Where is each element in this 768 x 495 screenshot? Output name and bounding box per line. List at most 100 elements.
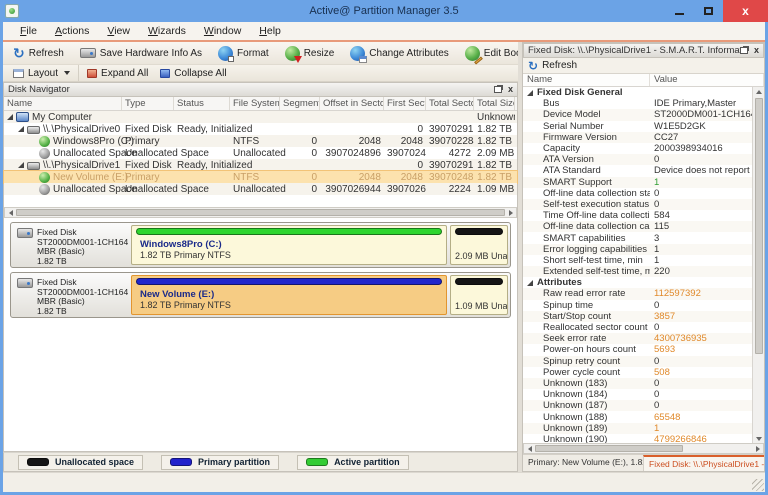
smart-row[interactable]: SMART capabilities 3 [523,232,752,243]
column-first-sector[interactable]: First Sector [384,97,426,110]
resize-button[interactable]: Resize [279,44,341,63]
scroll-down-icon[interactable] [753,434,764,443]
tree-expander-icon[interactable] [18,125,26,133]
menu-file[interactable]: File [11,23,46,39]
legend-active[interactable]: Active partition [297,455,409,470]
column-total-sectors[interactable]: Total Sectors [426,97,474,110]
smart-row[interactable]: Unknown (183) 0 [523,378,752,389]
tab-partition-info[interactable]: Primary: New Volume (E:), 1.82 TB [N... [523,455,643,471]
partition-block-windows8pro[interactable]: Windows8Pro (C:) 1.82 TB Primary NTFS [131,225,447,265]
smart-row[interactable]: Unknown (188) 65548 [523,411,752,422]
smart-row[interactable]: Raw read error rate 112597392 [523,288,752,299]
smart-row[interactable]: Attributes [523,277,752,288]
float-panel-icon[interactable] [494,86,502,93]
tree-expander-icon[interactable] [30,137,38,145]
column-segment[interactable]: Segment [280,97,320,110]
tree-expander-icon[interactable] [30,149,38,157]
smart-row[interactable]: Power cycle count 508 [523,367,752,378]
scrollbar-thumb[interactable] [755,98,763,354]
table-row[interactable]: Windows8Pro (C:) Primary NTFS 0 2048 204… [4,135,517,147]
resize-grip[interactable] [752,479,764,491]
legend-primary[interactable]: Primary partition [161,455,279,470]
smart-row[interactable]: Short self-test time, min 1 [523,255,752,266]
smart-hscrollbar[interactable] [523,443,764,454]
smart-row[interactable]: Error logging capabilities 1 [523,244,752,255]
smart-row[interactable]: Serial Number W1E5D2GK [523,121,752,132]
change-attributes-button[interactable]: Change Attributes [344,44,455,63]
smart-row[interactable]: SMART Support 1 [523,177,752,188]
partition-block-new-volume[interactable]: New Volume (E:) 1.82 TB Primary NTFS [131,275,447,315]
smart-row[interactable]: Seek error rate 4300736935 [523,333,752,344]
table-row[interactable]: My Computer Unknown [4,111,517,123]
scroll-right-icon[interactable] [505,208,516,217]
smart-row[interactable]: Reallocated sector count 0 [523,322,752,333]
column-type[interactable]: Type [122,97,174,110]
smart-row[interactable]: Power-on hours count 5693 [523,344,752,355]
smart-vscrollbar[interactable] [752,87,764,443]
close-panel-icon[interactable]: x [754,46,759,55]
scrollbar-thumb[interactable] [16,209,505,216]
smart-row[interactable]: Spinup retry count 0 [523,356,752,367]
scroll-left-icon[interactable] [5,208,16,217]
smart-row[interactable]: Fixed Disk General [523,87,752,98]
scrollbar-thumb[interactable] [535,445,683,452]
menu-help[interactable]: Help [250,23,290,39]
column-name[interactable]: Name [4,97,122,110]
expand-all-button[interactable]: Expand All [81,67,154,80]
layout-button[interactable]: Layout [7,67,76,80]
menu-window[interactable]: Window [195,23,250,39]
float-panel-icon[interactable] [740,47,748,54]
column-file-system[interactable]: File System [230,97,280,110]
minimize-button[interactable] [665,0,694,22]
collapse-all-button[interactable]: Collapse All [154,67,232,80]
smart-row[interactable]: Device Model ST2000DM001-1CH164 [523,109,752,120]
smart-row[interactable]: Unknown (184) 0 [523,389,752,400]
smart-row[interactable]: Unknown (189) 1 [523,423,752,434]
smart-row[interactable]: Start/Stop count 3857 [523,311,752,322]
format-button[interactable]: Format [212,44,275,63]
unallocated-block-0[interactable]: 2.09 MB Unall [450,225,508,265]
close-button[interactable]: x [723,0,768,22]
legend-unallocated[interactable]: Unallocated space [18,455,143,470]
table-row[interactable]: \\.\PhysicalDrive1 Fixed Disk Ready, Ini… [4,159,517,171]
table-row[interactable]: Unallocated Space Unallocated Space Unal… [4,147,517,159]
close-panel-icon[interactable]: x [508,85,513,94]
save-hardware-info-button[interactable]: Save Hardware Info As [74,46,208,61]
smart-row[interactable]: Off-line data collection capabilities 11… [523,221,752,232]
smart-row[interactable]: Spinup time 0 [523,300,752,311]
table-row[interactable]: \\.\PhysicalDrive0 Fixed Disk Ready, Ini… [4,123,517,135]
smart-row[interactable]: Extended self-test time, min 220 [523,266,752,277]
smart-row[interactable]: ATA Version 0 [523,154,752,165]
tree-expander-icon[interactable] [18,161,26,169]
unallocated-block-1[interactable]: 1.09 MB Unall [450,275,508,315]
refresh-button[interactable]: ↻ Refresh [7,44,70,62]
menu-actions[interactable]: Actions [46,23,98,39]
smart-row[interactable]: Self-test execution status 0 [523,199,752,210]
scroll-left-icon[interactable] [524,444,535,453]
tree-expander-icon[interactable] [30,173,38,181]
smart-row[interactable]: Unknown (190) 4799266846 [523,434,752,443]
menu-wizards[interactable]: Wizards [139,23,195,39]
smart-row[interactable]: Unknown (187) 0 [523,400,752,411]
tree-expander-icon[interactable] [30,185,38,193]
smart-row[interactable]: Time Off-line data collection, sec 584 [523,210,752,221]
menu-view[interactable]: View [98,23,139,39]
column-status[interactable]: Status [174,97,230,110]
table-row[interactable]: Unallocated Space Unallocated Space Unal… [4,183,517,195]
scroll-right-icon[interactable] [752,444,763,453]
tab-smart-info[interactable]: Fixed Disk: \\.\PhysicalDrive1 - S.M.A..… [643,455,764,471]
smart-row[interactable]: ATA Standard Device does not report vers… [523,165,752,176]
smart-row[interactable]: Off-line data collection status 0 [523,188,752,199]
column-value[interactable]: Value [650,74,764,86]
column-offset[interactable]: Offset in Sectors [320,97,384,110]
column-name[interactable]: Name [523,74,650,86]
maximize-button[interactable] [694,0,723,22]
smart-row[interactable]: Firmware Version CC27 [523,132,752,143]
column-total-size[interactable]: Total Size [474,97,515,110]
table-row[interactable]: New Volume (E:) Primary NTFS 0 2048 2048… [4,171,517,183]
scroll-up-icon[interactable] [753,87,764,96]
tree-expander-icon[interactable] [7,113,15,121]
partition-hscrollbar[interactable] [4,207,517,218]
smart-refresh-button[interactable]: ↻ Refresh [523,58,764,74]
smart-row[interactable]: Bus IDE Primary,Master [523,98,752,109]
